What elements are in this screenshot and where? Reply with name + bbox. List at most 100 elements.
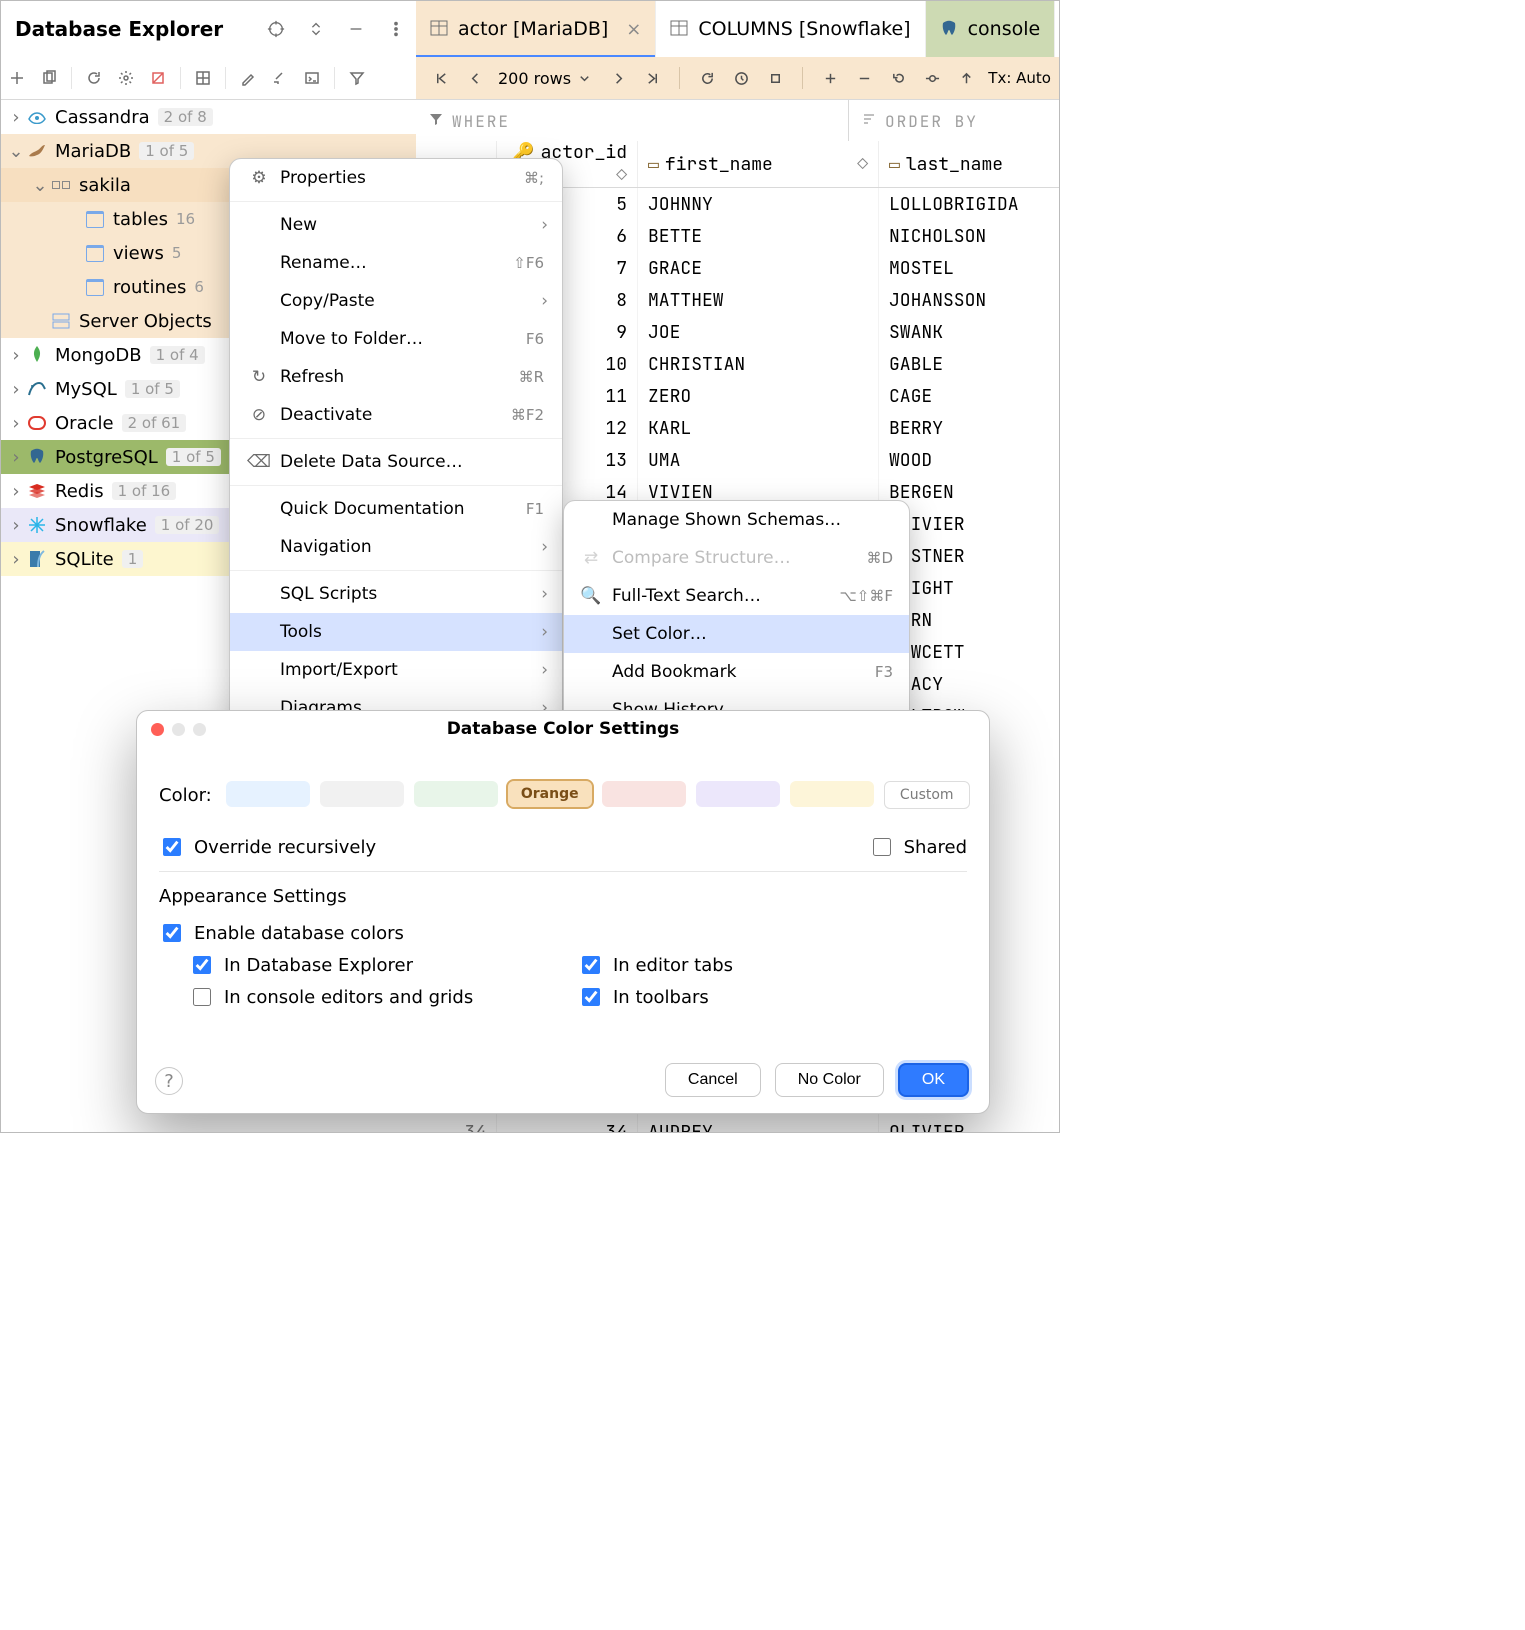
arrow-icon: ⌄ (33, 175, 47, 196)
rows-dropdown-icon[interactable] (571, 65, 597, 91)
reload-icon[interactable] (694, 65, 720, 91)
color-swatch-red[interactable] (602, 781, 686, 807)
remove-row-icon[interactable] (851, 65, 877, 91)
submenu-item-compare-structure-: ⇄Compare Structure…⌘D (564, 539, 909, 577)
table-icon (670, 20, 688, 38)
color-swatch-blue[interactable] (226, 781, 310, 807)
prev-page-icon[interactable] (462, 65, 488, 91)
menu-item-move-to-folder-[interactable]: Move to Folder…F6 (230, 320, 562, 358)
stop-icon[interactable] (762, 65, 788, 91)
menu-item-refresh[interactable]: ↻Refresh⌘R (230, 358, 562, 396)
color-custom-button[interactable]: Custom (884, 781, 970, 809)
menu-item-tools[interactable]: Tools (230, 613, 562, 651)
tab-columns-snowflake-[interactable]: COLUMNS [Snowflake] (656, 1, 925, 57)
folder-icon (85, 209, 105, 229)
jump-to-source-icon[interactable] (266, 64, 294, 92)
cancel-button[interactable]: Cancel (665, 1063, 761, 1097)
sqlite-icon (27, 549, 47, 569)
target-icon[interactable] (264, 17, 288, 41)
in-console-checkbox[interactable]: In console editors and grids (189, 981, 578, 1013)
clock-icon[interactable] (728, 65, 754, 91)
no-color-button[interactable]: No Color (775, 1063, 884, 1097)
tab-actor-mariadb-[interactable]: actor [MariaDB]× (416, 1, 656, 57)
revert-icon[interactable] (885, 65, 911, 91)
funnel-icon (428, 111, 444, 131)
minimize-icon[interactable] (344, 17, 368, 41)
menu-item-copy-paste[interactable]: Copy/Paste (230, 282, 562, 320)
in-toolbars-checkbox[interactable]: In toolbars (578, 981, 967, 1013)
duplicate-icon[interactable] (35, 64, 63, 92)
settings-icon[interactable] (112, 64, 140, 92)
color-swatch-green[interactable] (414, 781, 498, 807)
submenu-item-full-text-search-[interactable]: 🔍Full-Text Search…⌥⇧⌘F (564, 577, 909, 615)
tab-console[interactable]: console (926, 1, 1056, 57)
close-window-icon[interactable] (151, 723, 164, 736)
datasource-context-menu: ⚙Properties⌘; NewRename…⇧F6Copy/PasteMove… (229, 158, 563, 728)
menu-item-deactivate[interactable]: ⊘Deactivate⌘F2 (230, 396, 562, 434)
color-swatch-orange[interactable]: Orange (508, 781, 592, 807)
edit-icon[interactable] (234, 64, 262, 92)
editor-toolbar: 200 rows Tx: Auto (416, 57, 1059, 100)
sort-icon (861, 111, 877, 131)
menu-item-properties[interactable]: ⚙Properties⌘; (230, 159, 562, 197)
tx-mode[interactable]: Tx: Auto (988, 69, 1051, 87)
submenu-item-add-bookmark[interactable]: Add BookmarkF3 (564, 653, 909, 691)
add-row-icon[interactable] (817, 65, 843, 91)
help-button[interactable]: ? (155, 1067, 183, 1095)
arrow-icon: › (9, 379, 23, 400)
menu-item-sql-scripts[interactable]: SQL Scripts (230, 575, 562, 613)
color-swatch-purple[interactable] (696, 781, 780, 807)
elephant-icon (940, 20, 958, 38)
menu-item-import-export[interactable]: Import/Export (230, 651, 562, 689)
color-settings-dialog: Database Color Settings Color: Orange Cu… (136, 710, 990, 1114)
next-page-icon[interactable] (605, 65, 631, 91)
close-tab-icon[interactable]: × (626, 19, 641, 40)
color-swatch-gray[interactable] (320, 781, 404, 807)
first-page-icon[interactable] (428, 65, 454, 91)
postgres-icon (27, 447, 47, 467)
menu-item-delete-data-source-[interactable]: ⌫Delete Data Source… (230, 443, 562, 481)
arrow-icon: › (9, 107, 23, 128)
filter-bar: WHERE ORDER BY (416, 100, 1059, 143)
add-datasource-button[interactable] (3, 64, 31, 92)
refresh-button[interactable] (80, 64, 108, 92)
where-filter[interactable]: WHERE (416, 100, 849, 142)
table-view-icon[interactable] (189, 64, 217, 92)
expand-collapse-icon[interactable] (304, 17, 328, 41)
in-explorer-checkbox[interactable]: In Database Explorer (189, 949, 578, 981)
rows-selector[interactable]: 200 rows (498, 69, 571, 88)
in-editor-tabs-checkbox[interactable]: In editor tabs (578, 949, 967, 981)
color-swatch-yellow[interactable] (790, 781, 874, 807)
menu-item-navigation[interactable]: Navigation (230, 528, 562, 566)
menu-item-rename-[interactable]: Rename…⇧F6 (230, 244, 562, 282)
enable-colors-checkbox[interactable]: Enable database colors (159, 917, 967, 949)
override-recursively-checkbox[interactable]: Override recursively (159, 831, 376, 863)
col-last-name[interactable]: ▭last_name (879, 141, 1061, 188)
orderby-filter[interactable]: ORDER BY (849, 100, 1059, 142)
col-first-name[interactable]: ▭first_name◇ (638, 141, 879, 188)
window-controls[interactable] (151, 723, 206, 736)
submenu-item-set-color-[interactable]: Set Color… (564, 615, 909, 653)
submit-icon[interactable] (953, 65, 979, 91)
submenu-item-manage-shown-schemas-[interactable]: Manage Shown Schemas… (564, 501, 909, 539)
table-row[interactable]: 3434AUDREYOLIVIER (416, 1116, 1060, 1133)
schema-icon (51, 175, 71, 195)
disconnect-button[interactable] (144, 64, 172, 92)
commit-icon[interactable] (919, 65, 945, 91)
menu-item-quick-documentation[interactable]: Quick DocumentationF1 (230, 490, 562, 528)
oracle-icon (27, 413, 47, 433)
snowflake-icon (27, 515, 47, 535)
arrow-icon: › (9, 413, 23, 434)
server-icon (51, 311, 71, 331)
mariadb-icon (27, 141, 47, 161)
ok-button[interactable]: OK (898, 1063, 969, 1097)
filter-icon[interactable] (343, 64, 371, 92)
arrow-icon: › (9, 447, 23, 468)
console-icon[interactable] (298, 64, 326, 92)
last-page-icon[interactable] (639, 65, 665, 91)
shared-checkbox[interactable]: Shared (869, 831, 967, 863)
tree-node-cassandra[interactable]: ›Cassandra2 of 8 (1, 100, 416, 134)
editor-tabs: actor [MariaDB]×COLUMNS [Snowflake]conso… (416, 1, 1059, 58)
more-icon[interactable] (384, 17, 408, 41)
menu-item-new[interactable]: New (230, 206, 562, 244)
